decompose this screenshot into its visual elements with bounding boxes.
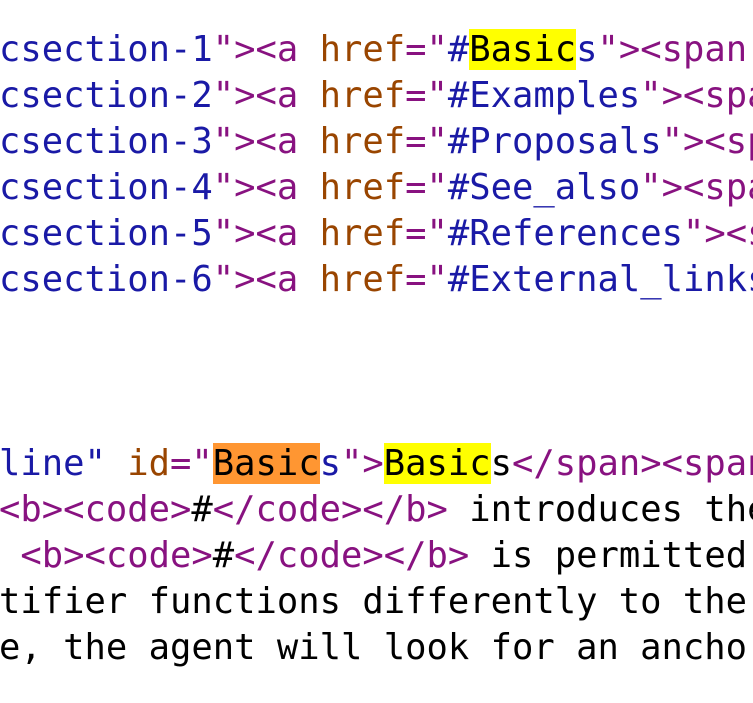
- text-content: e, the agent will look for an anchor: [0, 627, 753, 668]
- quote-close: ">: [212, 29, 256, 70]
- attr-value-rest: s: [319, 443, 341, 484]
- text-content: s: [490, 443, 512, 484]
- attr-equals: =": [170, 443, 213, 484]
- tag-close: </code></b>: [212, 489, 448, 530]
- tag-open: <a: [255, 259, 299, 300]
- text-content: #: [191, 489, 213, 530]
- source-line: line" id="Basics">Basics</span><span: [0, 441, 753, 487]
- tag-open: <spa: [682, 167, 753, 208]
- tag-open: <b><code>: [20, 535, 213, 576]
- source-line: csection-6"><a href="#External_links: [0, 257, 753, 303]
- attr-value-hash: #External_links: [447, 259, 753, 300]
- tag-close: </span><span: [512, 443, 753, 484]
- tag-open: <sp: [704, 121, 753, 162]
- attr-name: id: [127, 443, 170, 484]
- quote-close: ">: [212, 167, 256, 208]
- quote-close: ">: [212, 259, 256, 300]
- quote-close: ">: [640, 167, 683, 208]
- quote-close: ">: [640, 75, 683, 116]
- quote-close: ">: [212, 121, 256, 162]
- find-match-highlight: Basic: [383, 443, 491, 484]
- source-line: csection-1"><a href="#Basics"><span: [0, 27, 747, 73]
- attr-name: href: [319, 75, 406, 116]
- attr-value-fragment: line": [0, 443, 106, 484]
- attr-equals: =": [405, 259, 448, 300]
- source-line: csection-2"><a href="#Examples"><spa: [0, 73, 753, 119]
- attr-name: href: [319, 29, 406, 70]
- tag-open: <b><code>: [0, 489, 192, 530]
- source-line: csection-5"><a href="#References"><s: [0, 211, 753, 257]
- tag-open: <a: [255, 29, 299, 70]
- source-line: csection-3"><a href="#Proposals"><sp: [0, 119, 753, 165]
- tag-close: </code></b>: [234, 535, 470, 576]
- attr-value-fragment: csection-6: [0, 259, 213, 300]
- attr-value-hash: #Proposals: [447, 121, 662, 162]
- attr-equals: =": [405, 121, 448, 162]
- attr-name: href: [319, 167, 406, 208]
- quote-close: ">: [661, 121, 705, 162]
- source-line: tifier functions differently to the: [0, 579, 747, 625]
- tag-open: <a: [255, 167, 299, 208]
- tag-open: <a: [255, 75, 299, 116]
- tag-open: <spa: [682, 75, 753, 116]
- attr-value-fragment: csection-4: [0, 167, 213, 208]
- quote-close: ">: [212, 213, 256, 254]
- attr-value-fragment: csection-5: [0, 213, 213, 254]
- tag-open: <span: [640, 29, 748, 70]
- attr-value-fragment: csection-1: [0, 29, 213, 70]
- attr-value-rest: s: [576, 29, 598, 70]
- attr-value-hash: #References: [447, 213, 683, 254]
- find-match-highlight: Basic: [469, 29, 577, 70]
- find-current-match-highlight: Basic: [212, 443, 320, 484]
- tag-open: <a: [255, 121, 299, 162]
- tag-open: <s: [725, 213, 753, 254]
- source-line: csection-4"><a href="#See_also"><spa: [0, 165, 753, 211]
- tag-open: <a: [255, 213, 299, 254]
- attr-value-hash: #Examples: [447, 75, 641, 116]
- quote-close: ">: [212, 75, 256, 116]
- source-line: e, the agent will look for an anchor: [0, 625, 753, 671]
- quote-close: ">: [597, 29, 641, 70]
- quote-close: ">: [341, 443, 384, 484]
- source-line: <b><code>#</code></b> is permitted: [0, 533, 747, 579]
- attr-equals: =": [405, 213, 448, 254]
- text-content: introduces the: [447, 489, 753, 530]
- text-content: tifier functions differently to the: [0, 581, 748, 622]
- view-source-pane: csection-1"><a href="#Basics"><span csec…: [0, 0, 753, 703]
- attr-value-hash: #: [447, 29, 470, 70]
- attr-equals: =": [405, 75, 448, 116]
- quote-close: ">: [682, 213, 726, 254]
- attr-equals: =": [405, 167, 448, 208]
- text-content: #: [212, 535, 235, 576]
- text-content: is permitted: [469, 535, 748, 576]
- attr-name: href: [319, 121, 406, 162]
- attr-name: href: [319, 213, 406, 254]
- attr-equals: =": [405, 29, 448, 70]
- attr-name: href: [319, 259, 406, 300]
- attr-value-hash: #See_also: [447, 167, 641, 208]
- attr-value-fragment: csection-3: [0, 121, 213, 162]
- source-line: <b><code>#</code></b> introduces the: [0, 487, 753, 533]
- attr-value-fragment: csection-2: [0, 75, 213, 116]
